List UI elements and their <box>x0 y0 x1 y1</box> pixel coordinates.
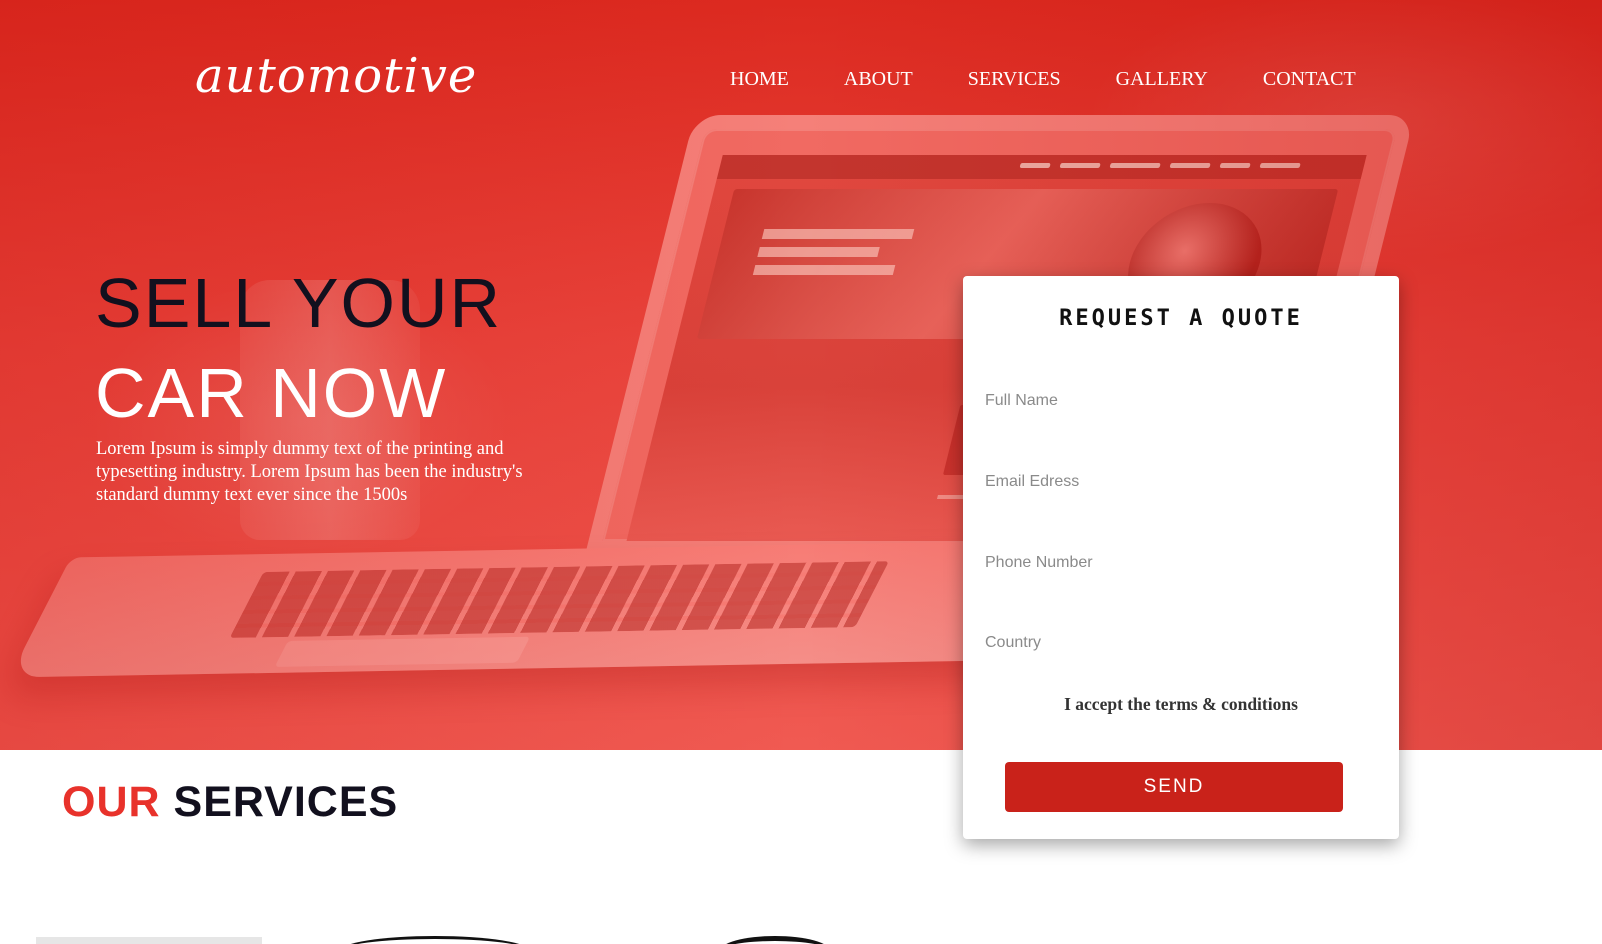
country-input[interactable] <box>985 623 1375 663</box>
service-card-top-edge <box>36 937 262 944</box>
nav-gallery[interactable]: GALLERY <box>1116 68 1208 91</box>
service-icon-partial <box>340 936 530 944</box>
site-logo[interactable]: automotive <box>195 48 477 104</box>
send-button[interactable]: SEND <box>1005 762 1343 812</box>
full-name-input[interactable] <box>985 381 1375 421</box>
nav-home[interactable]: HOME <box>730 68 789 91</box>
services-heading: OUR SERVICES <box>62 778 398 827</box>
email-input[interactable] <box>985 462 1375 502</box>
hero-title-line1: SELL YOUR <box>95 264 503 342</box>
quote-form-title: REQUEST A QUOTE <box>1059 306 1303 331</box>
quote-form-card: REQUEST A QUOTE I accept the terms & con… <box>963 276 1399 839</box>
nav-about[interactable]: ABOUT <box>844 68 913 91</box>
main-nav: HOME ABOUT SERVICES GALLERY CONTACT <box>730 68 1411 91</box>
phone-number-input[interactable] <box>985 543 1375 583</box>
services-heading-rest: SERVICES <box>173 778 399 826</box>
terms-checkbox-label[interactable]: I accept the terms & conditions <box>963 694 1399 715</box>
nav-contact[interactable]: CONTACT <box>1263 68 1356 91</box>
services-heading-accent: OUR <box>62 778 161 826</box>
nav-services[interactable]: SERVICES <box>968 68 1061 91</box>
hero-description: Lorem Ipsum is simply dummy text of the … <box>96 439 523 505</box>
hero-title-line2: CAR NOW <box>95 354 448 432</box>
service-icon-partial-2 <box>720 936 830 944</box>
hero-title: SELL YOUR CAR NOW <box>95 258 655 438</box>
